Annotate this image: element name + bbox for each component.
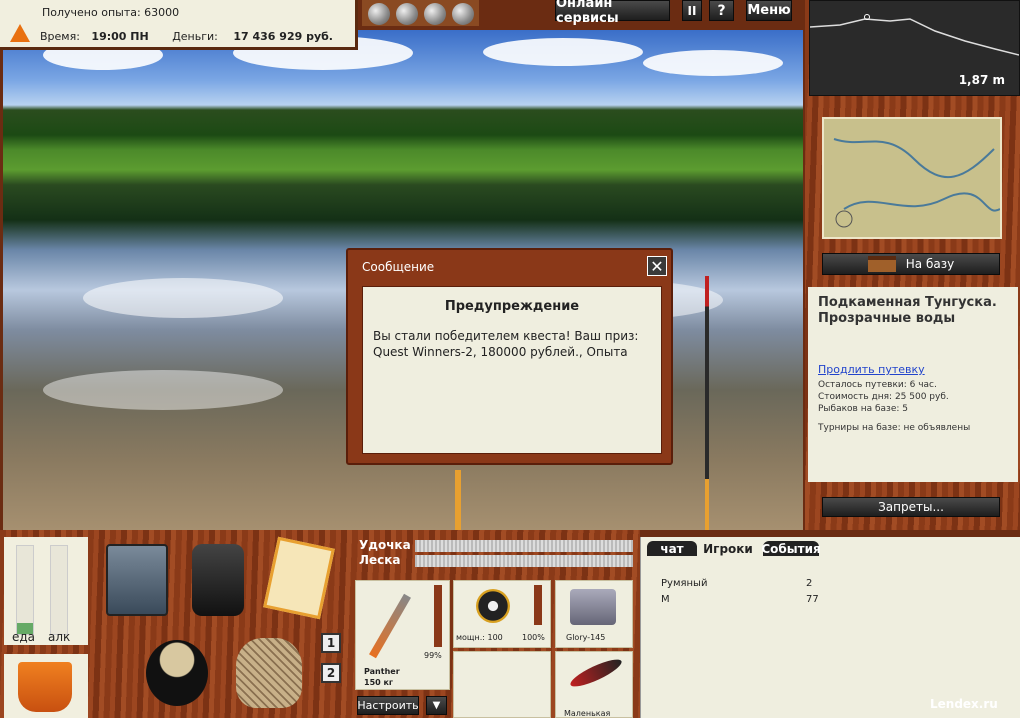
player-name: М [661,593,670,605]
line-name: Glory-145 [566,633,606,642]
players-panel: чат Игроки События Румяный 2 М 77 [640,537,1020,718]
rod-tension-label: Удочка [359,538,411,552]
player-value: 2 [806,577,813,589]
bait-slots [362,0,479,26]
bait-slot-icon[interactable] [368,3,390,25]
cooking-pot-icon[interactable] [146,640,208,706]
alcohol-label: алк [48,630,71,644]
bait-slot-icon[interactable] [396,3,418,25]
depth-meter: 1,87 m [809,0,1020,96]
map-icon [833,138,1001,228]
lure-icon [567,654,625,692]
line-slot[interactable]: Glory-145 [555,580,633,648]
money-label: Деньги: [172,30,218,43]
reel-power: мощн.: 100 [456,633,503,642]
location-map[interactable] [822,117,1002,239]
tab-events[interactable]: События [761,541,821,556]
to-base-button[interactable]: На базу [822,253,1000,275]
backpack-icon[interactable] [192,544,244,616]
message-dialog: Сообщение ✕ Предупреждение Вы стали побе… [346,248,673,465]
online-services-button[interactable]: Онлайн сервисы [555,0,670,26]
tab-players[interactable]: Игроки [699,541,757,556]
day-cost: Стоимость дня: 25 500 руб. [818,392,949,402]
bans-button[interactable]: Запреты... [822,497,1000,517]
house-icon [867,256,896,272]
depth-value: 1,87 m [958,73,1005,87]
menu-button[interactable]: Меню [746,0,792,21]
bait-slot-icon[interactable] [452,3,474,25]
rod-weight: 150 кг [364,678,394,687]
slot-2-button[interactable]: 2 [321,663,341,683]
lure-name: Маленькая [564,709,611,718]
fishers-count: Рыбаков на базе: 5 [818,404,908,414]
rod-slot[interactable]: 99% Panther 150 кг [355,580,450,690]
to-base-label: На базу [905,257,955,271]
tab-chat[interactable]: чат [647,541,697,556]
food-label: еда [12,630,36,644]
fish-bucket[interactable] [4,654,88,718]
reel-percent: 100% [522,633,545,642]
pause-button[interactable]: II [682,0,702,21]
trip-remaining: Осталось путевки: 6 час. [818,380,937,390]
rod-durability-bar [434,585,442,647]
tackle-panel: Удочка Леска 99% Panther 150 кг мощн.: 1… [355,537,637,718]
reel-slot[interactable]: мощн.: 100 100% [453,580,551,648]
lure-slot[interactable]: Маленькая [555,651,633,718]
dialog-text: Вы стали победителем квеста! Ваш приз: Q… [373,329,639,359]
reel-durability-bar [534,585,542,625]
rod-icon [369,593,411,659]
time-value: 19:00 ПН [91,30,149,43]
food-bar [16,545,34,635]
fishing-rod-2[interactable] [705,276,709,530]
net-bag-icon[interactable] [236,638,302,708]
setup-button[interactable]: Настроить [357,696,419,715]
money-value: 17 436 929 руб. [233,30,333,43]
help-button[interactable]: ? [709,0,734,21]
warning-icon [10,24,30,42]
location-info-panel: Подкаменная Тунгуска. Прозрачные воды Пр… [808,287,1018,482]
line-tension-label: Леска [359,553,401,567]
alcohol-bar [50,545,68,635]
status-panel: Получено опыта: 63000 Время: 19:00 ПН Де… [0,0,358,50]
line-tension-gauge [415,555,633,567]
chevron-down-icon[interactable]: ▼ [426,696,447,715]
tackle-box-icon[interactable] [106,544,168,616]
close-icon[interactable]: ✕ [647,256,667,276]
depth-profile-icon [810,14,1019,56]
time-label: Время: [40,30,80,43]
dialog-body: Предупреждение Вы стали победителем квес… [362,286,662,454]
player-value: 77 [806,593,819,605]
table-row[interactable]: Румяный 2 [661,575,819,591]
empty-slot[interactable] [453,651,551,718]
players-table: Румяный 2 М 77 [661,575,819,607]
watermark: Lendex.ru [930,697,998,711]
table-row[interactable]: М 77 [661,591,819,607]
bucket-icon [18,662,72,712]
rod-percent: 99% [424,651,442,660]
bait-slot-icon[interactable] [424,3,446,25]
time-money-row: Время: 19:00 ПН Деньги: 17 436 929 руб. [10,24,333,43]
location-name: Подкаменная Тунгуска. Прозрачные воды [818,295,997,326]
rod-name: Panther [364,667,400,676]
extend-trip-link[interactable]: Продлить путевку [818,363,1008,376]
dialog-title: Сообщение [362,260,435,274]
fishing-rod-1[interactable] [455,470,461,530]
rod-tension-gauge [415,540,633,552]
line-spool-icon [570,589,616,625]
needs-panel: еда алк [4,537,88,645]
reel-icon [476,589,510,623]
experience-text: Получено опыта: 63000 [42,6,180,19]
dialog-heading: Предупреждение [444,299,580,314]
slot-1-button[interactable]: 1 [321,633,341,653]
tournaments-info: Турниры на базе: не объявлены [818,423,971,433]
player-name: Румяный [661,577,708,589]
